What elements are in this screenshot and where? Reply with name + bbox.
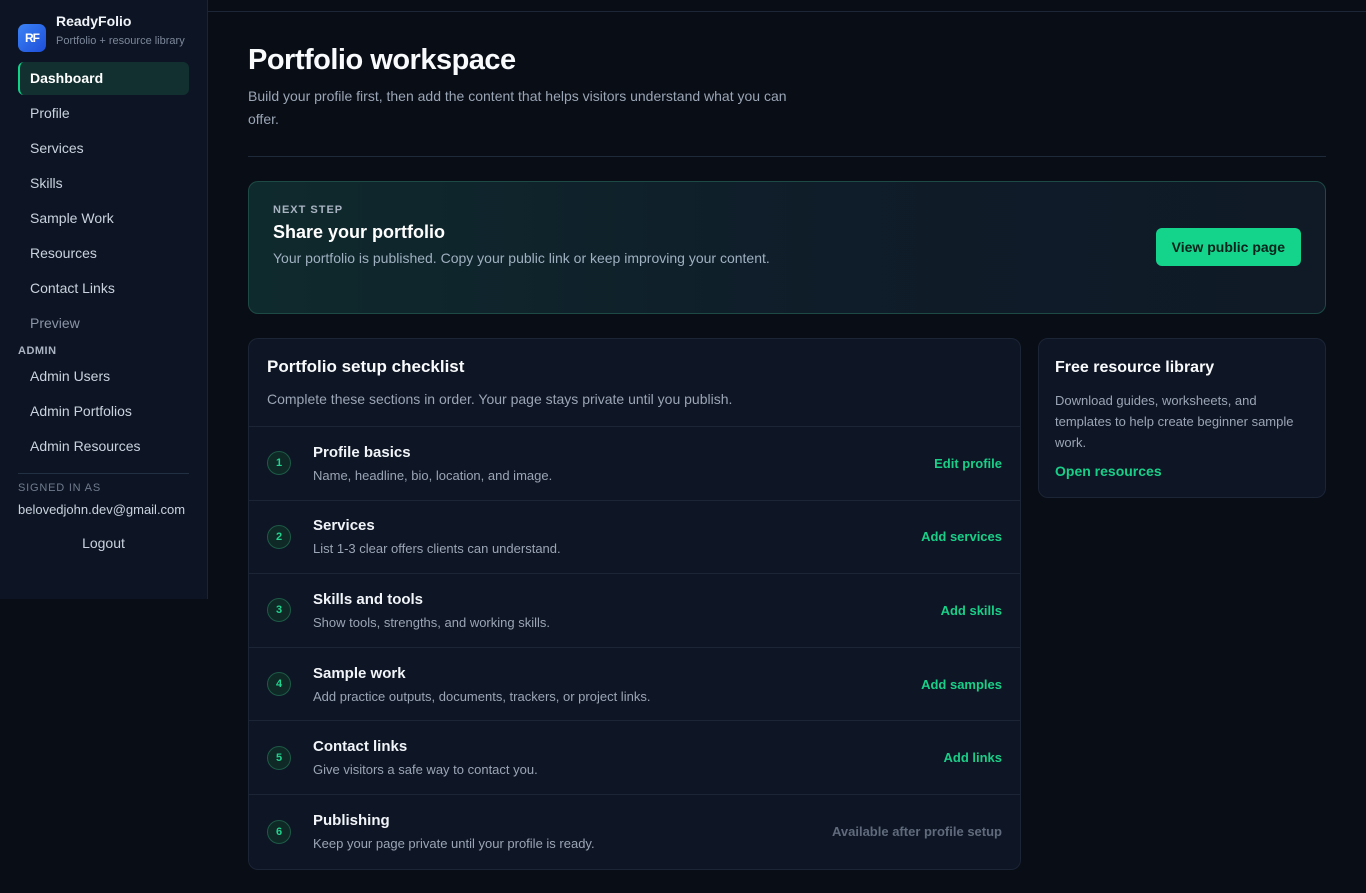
step-title: Skills and tools (313, 590, 424, 608)
checklist-step: 2 Services List 1-3 clear offers clients… (249, 501, 1020, 575)
step-number-badge: 1 (267, 451, 291, 476)
checklist-step: 5 Contact links Give visitors a safe way… (249, 721, 1020, 795)
add-samples-link[interactable]: Add samples (921, 677, 1002, 692)
sidebar: RF ReadyFolio Portfolio + resource libra… (0, 0, 208, 599)
step-description: Show tools, strengths, and working skill… (313, 614, 550, 630)
sidebar-item-admin-portfolios[interactable]: Admin Portfolios (18, 395, 189, 428)
admin-nav: Admin Users Admin Portfolios Admin Resou… (18, 360, 189, 463)
step-description: Give visitors a safe way to contact you. (313, 762, 538, 778)
sidebar-item-skills[interactable]: Skills (18, 167, 189, 200)
checklist-step: 4 Sample work Add practice outputs, docu… (249, 648, 1020, 722)
resource-title: Free resource library (1055, 359, 1215, 376)
sidebar-item-sample-work[interactable]: Sample Work (18, 202, 189, 235)
step-description: Keep your page private until your profil… (313, 836, 595, 852)
sidebar-divider (18, 473, 189, 474)
page-subtitle: Build your profile first, then add the c… (248, 88, 787, 127)
checklist-subtitle: Complete these sections in order. Your p… (267, 391, 733, 407)
checklist-step: 6 Publishing Keep your page private unti… (249, 795, 1020, 869)
open-resources-link[interactable]: Open resources (1055, 463, 1309, 479)
main-nav: Dashboard Profile Services Skills Sample… (18, 62, 189, 340)
next-step-card: NEXT STEP Share your portfolio Your port… (248, 181, 1326, 314)
step-number-badge: 2 (267, 524, 291, 549)
step-description: Name, headline, bio, location, and image… (313, 467, 553, 483)
sidebar-item-resources[interactable]: Resources (18, 237, 189, 270)
brand-name: ReadyFolio (56, 13, 132, 29)
brand-subtitle: Portfolio + resource library (56, 35, 185, 47)
sidebar-item-services[interactable]: Services (18, 132, 189, 165)
brand-logo-icon: RF (18, 24, 46, 52)
main-content: Portfolio workspace Build your profile f… (248, 0, 1326, 870)
next-step-title: Share your portfolio (273, 222, 446, 242)
next-step-text: Your portfolio is published. Copy your p… (273, 250, 770, 266)
admin-section-label: ADMIN (18, 345, 57, 357)
checklist-step: 1 Profile basics Name, headline, bio, lo… (249, 427, 1020, 501)
sidebar-item-admin-resources[interactable]: Admin Resources (18, 430, 189, 463)
publishing-status: Available after profile setup (831, 824, 1002, 840)
sidebar-item-dashboard[interactable]: Dashboard (18, 62, 189, 95)
signed-in-email: belovedjohn.dev@gmail.com (18, 502, 186, 517)
next-step-label: NEXT STEP (273, 204, 344, 216)
step-description: List 1-3 clear offers clients can unders… (313, 541, 561, 557)
step-number-badge: 5 (267, 745, 291, 770)
step-title: Publishing (313, 812, 390, 830)
setup-checklist: Portfolio setup checklist Complete these… (248, 338, 1021, 870)
sidebar-item-profile[interactable]: Profile (18, 97, 189, 130)
sidebar-item-preview[interactable]: Preview (18, 307, 189, 340)
brand[interactable]: RF ReadyFolio Portfolio + resource libra… (18, 12, 189, 52)
resource-text: Download guides, worksheets, and templat… (1055, 393, 1294, 450)
add-services-link[interactable]: Add services (921, 529, 1002, 544)
page-title: Portfolio workspace (248, 44, 516, 76)
signed-in-label: SIGNED IN AS (18, 482, 101, 494)
resource-library-card: Free resource library Download guides, w… (1038, 338, 1326, 498)
step-title: Profile basics (313, 443, 411, 461)
checklist-title: Portfolio setup checklist (267, 357, 465, 376)
checklist-header: Portfolio setup checklist Complete these… (249, 339, 1020, 427)
logout-button[interactable]: Logout (18, 535, 189, 551)
step-title: Services (313, 517, 375, 535)
content-columns: Portfolio setup checklist Complete these… (248, 338, 1326, 870)
step-description: Add practice outputs, documents, tracker… (313, 688, 651, 704)
step-number-badge: 3 (267, 598, 291, 623)
step-number-badge: 4 (267, 672, 291, 697)
step-number-badge: 6 (267, 819, 291, 844)
step-title: Contact links (313, 738, 408, 756)
add-links-link[interactable]: Add links (943, 750, 1002, 765)
sidebar-item-contact-links[interactable]: Contact Links (18, 272, 189, 305)
checklist-step: 3 Skills and tools Show tools, strengths… (249, 574, 1020, 648)
header-divider (248, 156, 1326, 157)
view-public-page-button[interactable]: View public page (1155, 228, 1301, 266)
edit-profile-link[interactable]: Edit profile (934, 456, 1002, 471)
add-skills-link[interactable]: Add skills (941, 603, 1002, 618)
step-title: Sample work (313, 664, 406, 682)
sidebar-item-admin-users[interactable]: Admin Users (18, 360, 189, 393)
